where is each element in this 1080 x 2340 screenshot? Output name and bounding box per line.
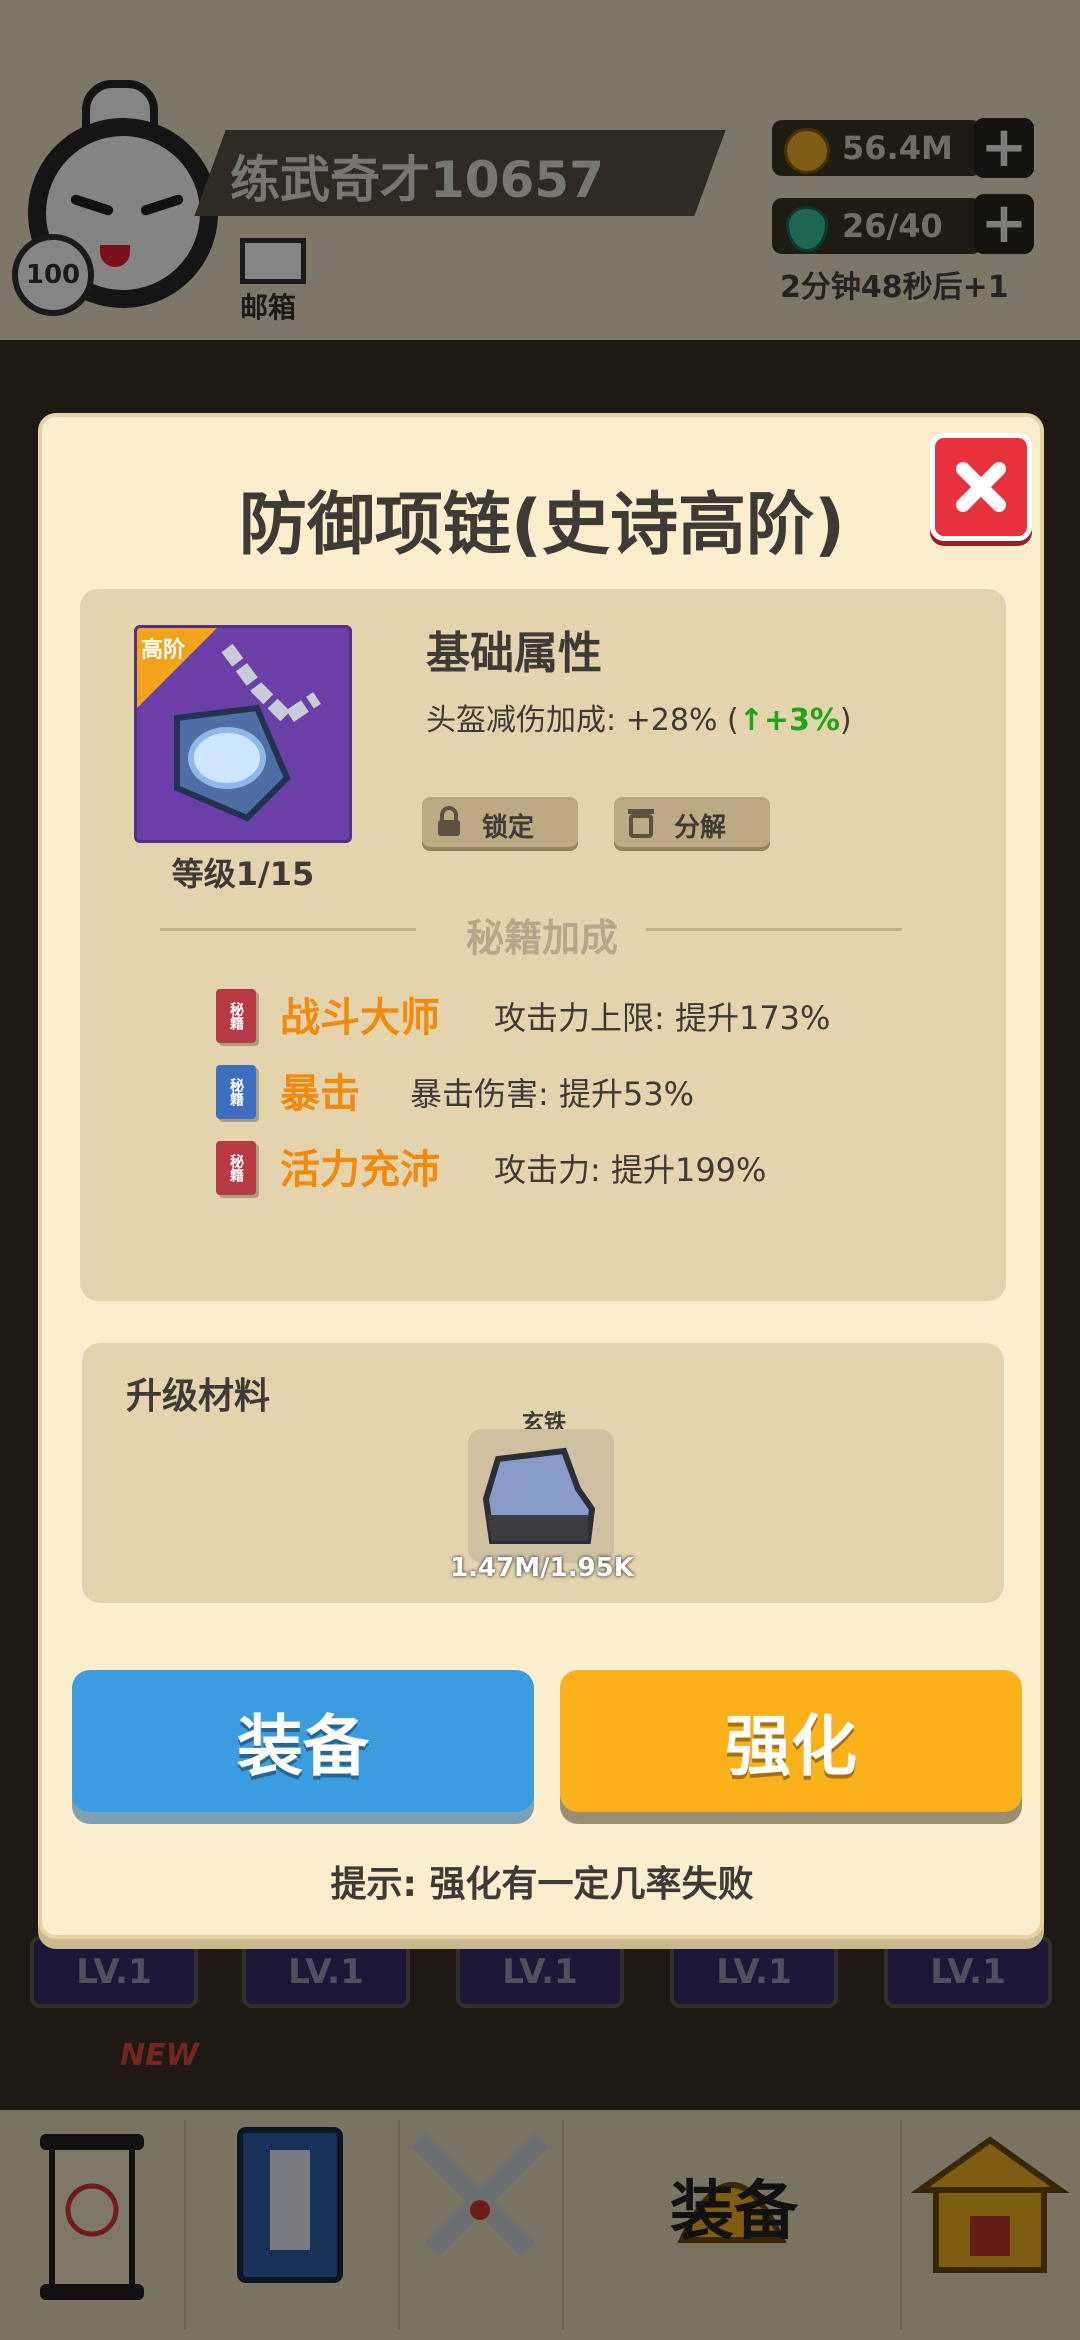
- item-level: 等级1/15: [171, 855, 315, 893]
- enhance-button[interactable]: 强化: [560, 1670, 1022, 1812]
- skill-desc: 暴击伤害: 提升53%: [410, 1075, 695, 1113]
- secret-book-icon: 秘籍: [216, 1141, 256, 1195]
- rarity-tag: 高阶: [141, 638, 186, 663]
- item-title: 防御项链(史诗高阶): [238, 486, 846, 565]
- enhance-hint: 提示: 强化有一定几率失败: [330, 1864, 754, 1905]
- skill-name: 战斗大师: [280, 995, 440, 1041]
- trash-icon: [628, 809, 654, 838]
- decompose-button[interactable]: 分解: [614, 797, 770, 847]
- item-detail-dialog: 防御项链(史诗高阶) 高阶 等级1/15 基础属性 头盔减伤加成: +28% (…: [38, 413, 1044, 1939]
- secret-book-icon: 秘籍: [216, 1065, 256, 1119]
- skill-desc: 攻击力上限: 提升173%: [494, 999, 831, 1037]
- close-button[interactable]: [930, 433, 1032, 541]
- material-count: 1.47M/1.95K: [450, 1553, 634, 1583]
- attribute-text: 头盔减伤加成: +28% (: [426, 703, 739, 738]
- lock-icon: [438, 806, 460, 836]
- lock-button[interactable]: 锁定: [422, 797, 578, 847]
- equip-button[interactable]: 装备: [72, 1670, 534, 1812]
- material-slot[interactable]: [468, 1429, 614, 1563]
- iron-ore-icon: [482, 1447, 596, 1544]
- secret-bonus-heading: 秘籍加成: [465, 916, 618, 960]
- attribute-bonus: ↑+3%: [738, 703, 840, 738]
- attribute-suffix: ): [839, 703, 852, 738]
- skill-desc: 攻击力: 提升199%: [494, 1151, 767, 1189]
- secret-book-icon: 秘籍: [216, 989, 256, 1043]
- base-attributes-heading: 基础属性: [426, 628, 602, 679]
- base-attribute-line: 头盔减伤加成: +28% (↑+3%): [426, 695, 852, 739]
- decompose-label: 分解: [674, 813, 727, 843]
- item-icon-frame[interactable]: 高阶: [134, 625, 352, 843]
- close-icon: [956, 462, 1006, 512]
- skill-name: 暴击: [280, 1071, 360, 1117]
- skill-name: 活力充沛: [280, 1147, 440, 1193]
- materials-heading: 升级材料: [126, 1376, 271, 1417]
- lock-label: 锁定: [482, 813, 535, 843]
